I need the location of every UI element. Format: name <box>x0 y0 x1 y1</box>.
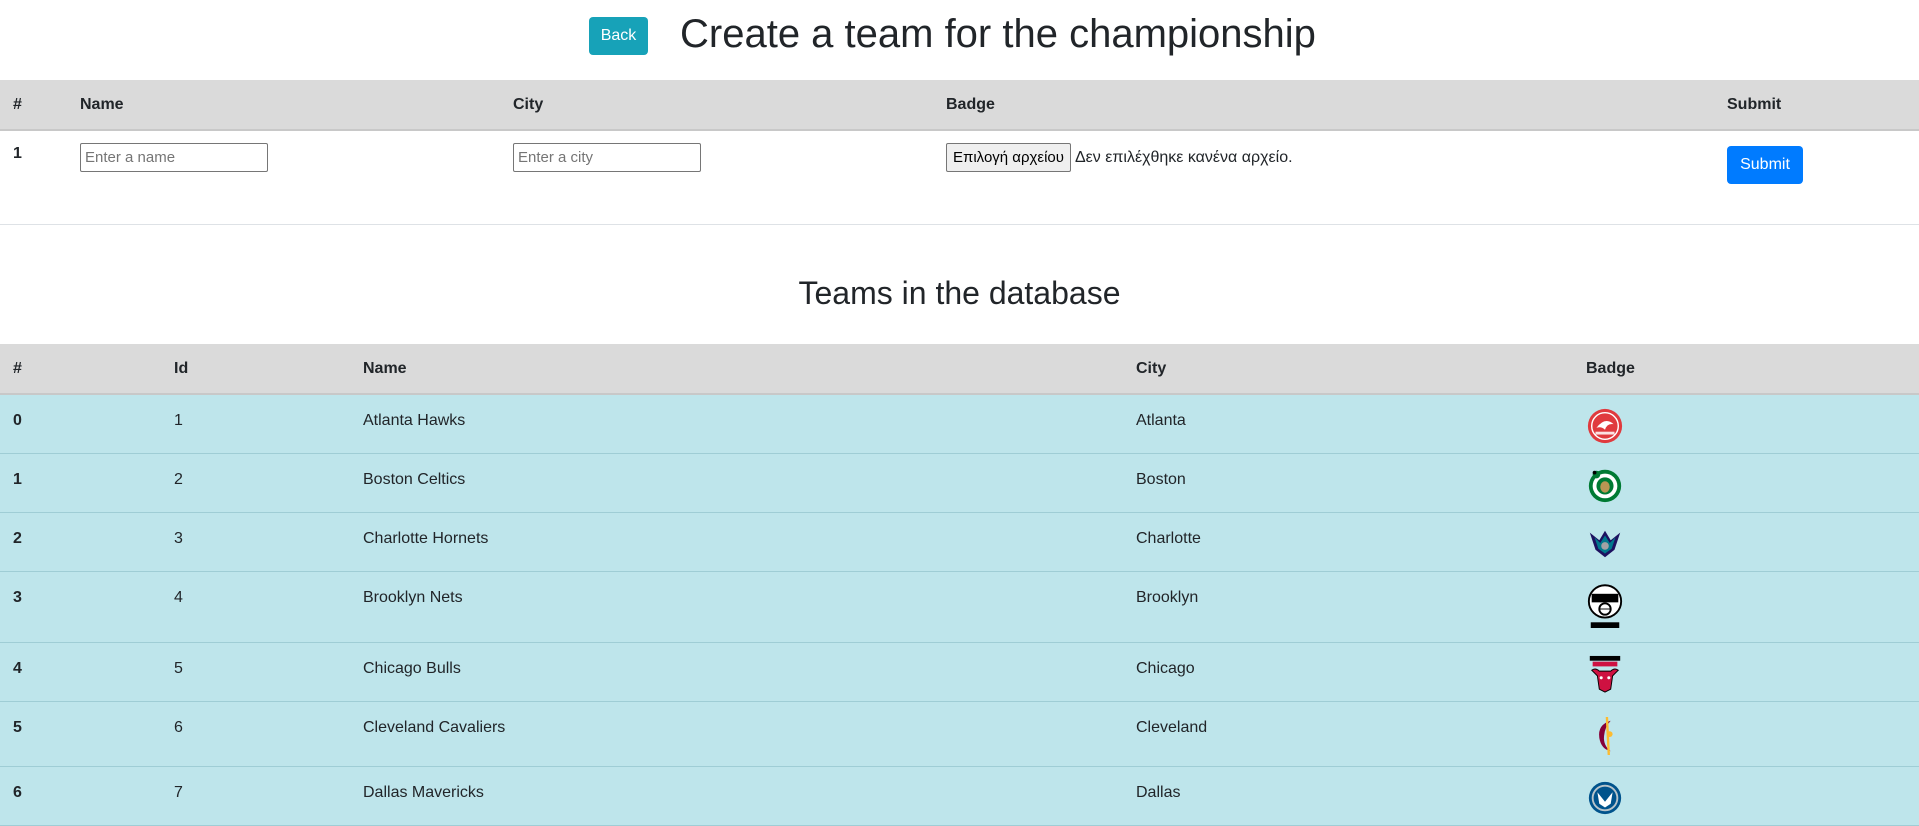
form-row: 1 Επιλογή αρχείου Δεν επιλέχθηκε κανένα … <box>0 130 1919 224</box>
team-name: Charlotte Hornets <box>363 530 489 547</box>
team-name: Dallas Mavericks <box>363 784 484 801</box>
table-row: 6 7 Dallas Mavericks Dallas <box>0 766 1919 826</box>
column-header-city: City <box>1123 344 1573 395</box>
team-id: 2 <box>174 471 183 488</box>
teams-section-title: Teams in the database <box>798 275 1121 311</box>
team-badge-cell <box>1573 767 1919 826</box>
submit-cell: Submit <box>1714 130 1919 224</box>
team-name: Atlanta Hawks <box>363 412 466 429</box>
column-header-number: # <box>0 344 161 395</box>
team-id: 7 <box>174 784 183 801</box>
team-city: Cleveland <box>1136 719 1208 736</box>
column-header-id: Id <box>161 344 350 395</box>
charlotte-hornets-logo-icon <box>1589 530 1621 558</box>
column-header-badge: Badge <box>1573 344 1919 395</box>
choose-file-button[interactable]: Επιλογή αρχείου <box>946 143 1071 172</box>
row-index: 2 <box>13 530 22 547</box>
team-id: 4 <box>174 589 183 606</box>
table-row: 3 4 Brooklyn Nets Brooklyn <box>0 571 1919 643</box>
team-id: 5 <box>174 660 183 677</box>
boston-celtics-logo-icon <box>1588 469 1622 503</box>
column-header-city: City <box>500 80 933 131</box>
city-cell <box>500 130 933 224</box>
form-row-index: 1 <box>13 145 22 162</box>
team-name: Cleveland Cavaliers <box>363 719 506 736</box>
teams-table: # Id Name City Badge 0 1 Atlanta Hawks A… <box>0 344 1919 826</box>
atlanta-hawks-logo-icon <box>1587 408 1623 444</box>
team-city: Atlanta <box>1136 412 1186 429</box>
dallas-mavericks-logo-icon <box>1588 781 1622 815</box>
badge-file-input: Επιλογή αρχείου Δεν επιλέχθηκε κανένα αρ… <box>946 143 1714 172</box>
submit-button[interactable]: Submit <box>1727 146 1803 184</box>
column-header-submit: Submit <box>1714 80 1919 131</box>
team-name: Brooklyn Nets <box>363 589 463 606</box>
column-header-number: # <box>0 80 67 131</box>
row-index: 6 <box>13 784 22 801</box>
row-index: 0 <box>13 412 22 429</box>
team-badge-cell <box>1573 454 1919 513</box>
column-header-name: Name <box>350 344 1123 395</box>
team-badge-cell <box>1573 702 1919 767</box>
team-city: Boston <box>1136 471 1186 488</box>
team-city: Brooklyn <box>1136 589 1199 606</box>
table-row: 0 1 Atlanta Hawks Atlanta <box>0 394 1919 454</box>
brooklyn-nets-logo-icon <box>1587 584 1623 628</box>
table-row: 2 3 Charlotte Hornets Charlotte <box>0 512 1919 572</box>
team-city: Charlotte <box>1136 530 1201 547</box>
team-badge-cell <box>1573 394 1919 454</box>
team-id: 1 <box>174 412 183 429</box>
chicago-bulls-logo-icon <box>1589 655 1621 693</box>
column-header-name: Name <box>67 80 500 131</box>
create-team-form-table: # Name City Badge Submit 1 Επιλογή αρχεί… <box>0 80 1919 225</box>
team-id: 3 <box>174 530 183 547</box>
name-cell <box>67 130 500 224</box>
team-badge-cell <box>1573 572 1919 643</box>
badge-cell: Επιλογή αρχείου Δεν επιλέχθηκε κανένα αρ… <box>933 130 1714 224</box>
row-index: 3 <box>13 589 22 606</box>
team-badge-cell <box>1573 513 1919 572</box>
row-index: 1 <box>13 471 22 488</box>
team-name: Chicago Bulls <box>363 660 461 677</box>
page-header: Back Create a team for the championship <box>0 0 1919 80</box>
row-index: 5 <box>13 719 22 736</box>
back-button[interactable]: Back <box>589 17 648 55</box>
form-header-row: # Name City Badge Submit <box>0 80 1919 131</box>
team-city-input[interactable] <box>513 143 701 172</box>
team-city: Dallas <box>1136 784 1181 801</box>
teams-header-row: # Id Name City Badge <box>0 344 1919 395</box>
cleveland-cavaliers-logo-icon <box>1599 716 1613 756</box>
team-id: 6 <box>174 719 183 736</box>
table-row: 4 5 Chicago Bulls Chicago <box>0 642 1919 702</box>
file-status-text: Δεν επιλέχθηκε κανένα αρχείο. <box>1074 148 1293 166</box>
team-name-input[interactable] <box>80 143 268 172</box>
team-name: Boston Celtics <box>363 471 466 488</box>
row-index: 4 <box>13 660 22 677</box>
page-title: Create a team for the championship <box>680 12 1316 56</box>
team-city: Chicago <box>1136 660 1195 677</box>
team-badge-cell <box>1573 643 1919 702</box>
table-row: 5 6 Cleveland Cavaliers Cleveland <box>0 701 1919 767</box>
column-header-badge: Badge <box>933 80 1714 131</box>
table-row: 1 2 Boston Celtics Boston <box>0 453 1919 513</box>
